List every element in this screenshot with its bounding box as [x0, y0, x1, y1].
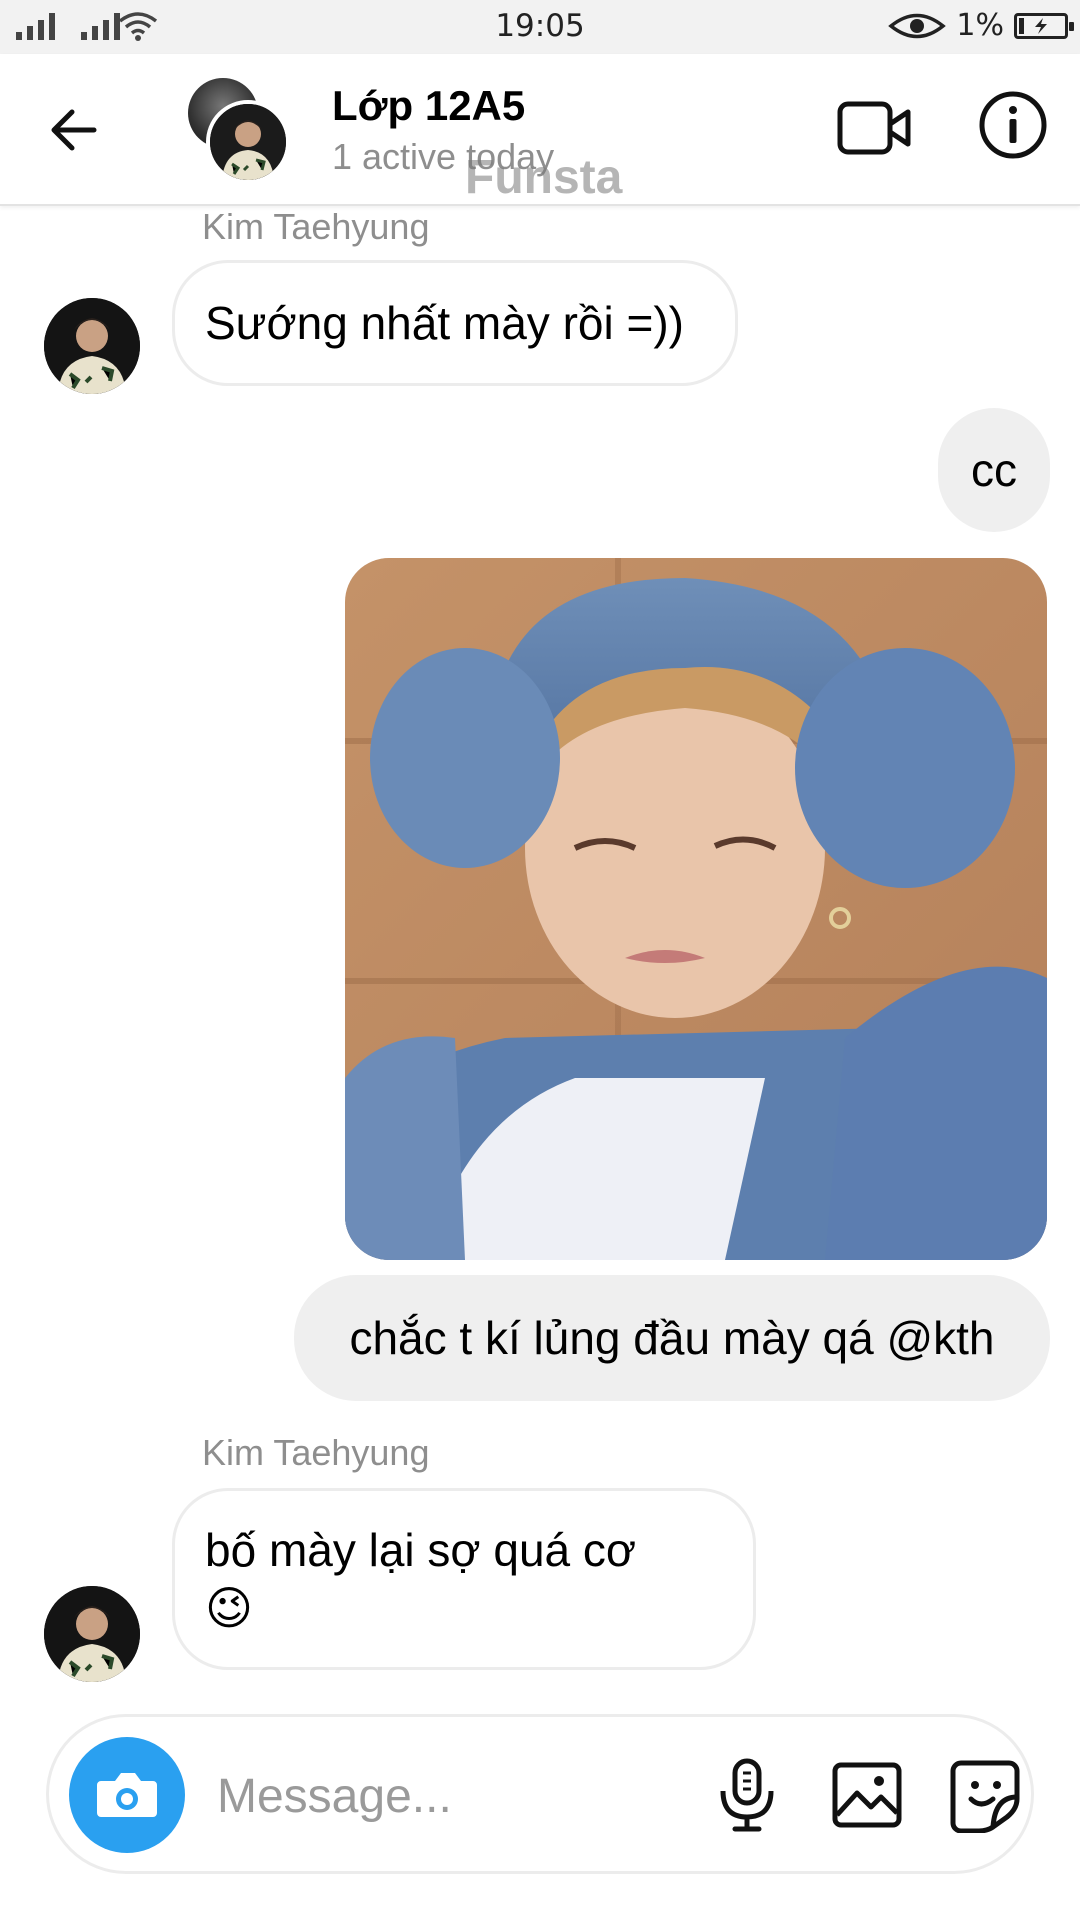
photo-message[interactable]	[345, 558, 1047, 1260]
microphone-icon[interactable]	[709, 1757, 785, 1833]
chat-header: Lớp 12A5 1 active today Funsta	[0, 54, 1080, 206]
status-right: 1%	[888, 8, 1074, 43]
camera-icon	[97, 1773, 157, 1817]
camera-button[interactable]	[69, 1737, 185, 1853]
avatar[interactable]	[44, 1586, 140, 1682]
wink-emoji: 😉	[205, 1581, 253, 1635]
message-composer	[46, 1714, 1034, 1874]
sender-name: Kim Taehyung	[202, 206, 430, 247]
back-arrow-icon[interactable]	[44, 100, 104, 160]
sticker-icon[interactable]	[947, 1757, 1023, 1833]
message-bubble-incoming[interactable]: Sướng nhất mày rồi =))	[172, 260, 738, 386]
message-bubble-outgoing[interactable]: cc	[938, 408, 1050, 532]
eye-icon	[888, 13, 947, 38]
status-bar: 19:05 1%	[0, 0, 1080, 54]
message-input[interactable]	[215, 1757, 689, 1835]
watermark-text: Funsta	[465, 151, 623, 204]
message-text: Sướng nhất mày rồi =))	[205, 297, 684, 349]
group-member-avatar	[206, 100, 290, 184]
battery-percent: 1%	[956, 8, 1004, 43]
group-avatar[interactable]	[188, 78, 290, 184]
info-icon[interactable]	[978, 90, 1048, 160]
message-bubble-incoming[interactable]: bố mày lại sợ quá cơ 😉	[172, 1488, 756, 1670]
message-bubble-outgoing[interactable]: chắc t kí lủng đầu mày qá @kth	[294, 1275, 1050, 1401]
message-text: cc	[971, 444, 1017, 496]
battery-charging-icon	[1014, 12, 1074, 39]
message-text: bố mày lại sợ quá cơ	[205, 1524, 637, 1576]
sender-name: Kim Taehyung	[202, 1432, 430, 1473]
video-call-icon[interactable]	[836, 94, 912, 162]
gallery-icon[interactable]	[829, 1757, 905, 1833]
message-text: chắc t kí lủng đầu mày qá @kth	[349, 1312, 995, 1364]
chat-title[interactable]: Lớp 12A5	[332, 82, 525, 130]
avatar[interactable]	[44, 298, 140, 394]
